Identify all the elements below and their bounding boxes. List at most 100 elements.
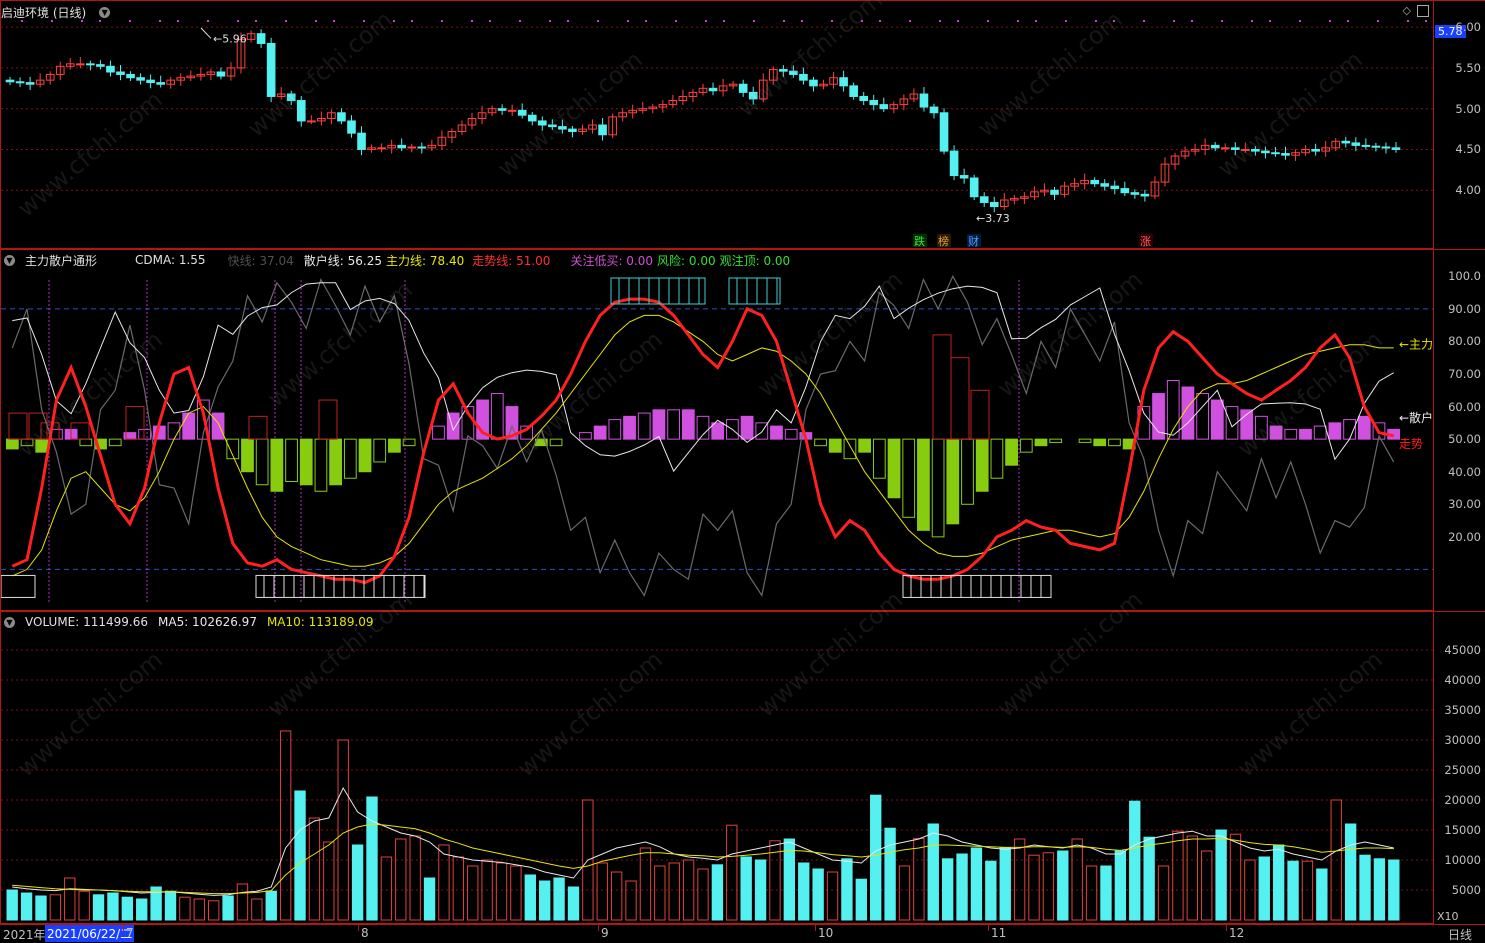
volume-bar-up <box>279 730 292 921</box>
event-dot <box>363 20 365 22</box>
volume-bar-down <box>1287 860 1299 921</box>
volume-bar-up <box>826 871 839 921</box>
month-label: 8 <box>361 926 369 940</box>
volume-bar-up <box>1013 838 1026 921</box>
indicator-pane[interactable]: ▼ 主力散户通形 CDMA: 1.55 快线: 37.04 散户线: 56.25… <box>0 249 1434 611</box>
event-dot <box>159 20 161 22</box>
high-pointer <box>200 27 212 39</box>
volume-bar-up <box>438 844 450 921</box>
year-label: 2021年 <box>3 928 46 942</box>
event-dot <box>1329 20 1331 22</box>
candle-down <box>548 124 557 128</box>
indicator-tick-label: 50.00 <box>1448 432 1481 447</box>
price-chart[interactable]: ←5.96 ←3.73 跌榜 财 涨 <box>1 1 1433 248</box>
volume-bar-up <box>1028 854 1040 921</box>
volume-bar-up <box>726 824 738 921</box>
volume-bar-down <box>927 823 939 921</box>
volume-bar-up <box>452 856 465 921</box>
event-dot <box>597 20 599 22</box>
volume-bar-down <box>1388 859 1400 921</box>
candle-up <box>507 109 517 112</box>
indicator-chart[interactable]: ←主力 ←散户走势 <box>1 250 1433 610</box>
event-dot <box>957 20 959 22</box>
volume-chart[interactable] <box>1 612 1433 923</box>
date-axis[interactable]: 2021年 2021/06/22/二 日线 7 8 9 10 11 12 <box>0 924 1485 943</box>
histogram-bar-positive <box>740 415 754 440</box>
fast-value: 快线: 37.04 <box>227 253 294 268</box>
indicator-tick-label: 70.00 <box>1448 367 1481 381</box>
histogram-bar-negative <box>329 438 343 486</box>
volume-bar-up <box>495 862 508 921</box>
candle-down <box>919 93 929 108</box>
histogram-bar-negative <box>35 438 49 453</box>
volume-bar-down <box>553 877 565 921</box>
event-dot <box>1299 20 1301 22</box>
indicator-tick-label: 90.00 <box>1448 301 1481 316</box>
ma5-line <box>12 786 1394 896</box>
panel-toggle-icon[interactable] <box>1417 5 1429 17</box>
histogram-bar-positive <box>667 409 680 440</box>
histogram-bar-positive <box>711 422 725 440</box>
volume-bar-up <box>610 871 623 921</box>
volume-pane[interactable]: ▼ VOLUME: 111499.66 MA5: 102626.97 MA10:… <box>0 611 1434 924</box>
event-dot <box>237 20 239 22</box>
volume-bar-up <box>1085 865 1098 921</box>
histogram-bar-negative <box>858 438 872 453</box>
candle-down <box>1210 144 1220 149</box>
candle-down <box>1391 147 1401 150</box>
volume-bar-up <box>1229 833 1242 921</box>
indicator-title[interactable]: 主力散户通形 <box>25 252 97 269</box>
candle-down <box>15 81 25 84</box>
candle-down <box>1251 148 1260 152</box>
volume-bar-up <box>1071 838 1083 921</box>
diamond-icon[interactable]: ◇ <box>1403 4 1411 17</box>
chevron-down-icon[interactable]: ▼ <box>4 254 15 266</box>
histogram-bar-negative <box>373 438 387 463</box>
candle-up <box>76 63 85 66</box>
volume-tick-label: 5000 <box>1451 883 1481 897</box>
volume-bar-down <box>136 898 148 921</box>
histogram-bar-negative <box>79 438 93 447</box>
event-dot <box>939 20 941 22</box>
volume-bar-down <box>754 859 767 921</box>
volume-bar-down <box>1316 868 1328 921</box>
ma10-value: MA10: 113189.09 <box>266 615 374 629</box>
bottom-signal-box <box>1 574 36 598</box>
event-dot <box>1407 20 1409 22</box>
histogram-bar-positive <box>211 412 225 440</box>
volume-bar-up <box>1301 860 1314 921</box>
volume-bar-down <box>999 847 1011 921</box>
histogram-bar-negative <box>1093 438 1107 447</box>
candle-down <box>959 175 969 179</box>
event-dot <box>177 20 179 22</box>
candle-down <box>1050 189 1059 195</box>
candle-up <box>307 120 316 123</box>
month-tick <box>598 925 599 931</box>
indicator-axis: 100.0 90.00 80.00 70.00 60.00 50.00 40.00 30.00… <box>1434 249 1485 612</box>
chevron-down-icon[interactable]: ▼ <box>4 616 15 628</box>
volume-bar-up <box>654 865 666 921</box>
indicator-header: ▼ 主力散户通形 CDMA: 1.55 快线: 37.04 散户线: 56.25… <box>1 252 790 268</box>
histogram-bar-positive <box>1269 425 1283 440</box>
period-label[interactable]: 日线 <box>1448 926 1472 943</box>
event-dot <box>393 20 395 22</box>
chevron-down-icon[interactable]: ▼ <box>99 6 111 18</box>
volume-title[interactable]: VOLUME: 111499.66 <box>25 615 148 629</box>
retail-value: 散户线: 56.25 <box>303 253 382 268</box>
event-dot <box>333 20 335 22</box>
histogram-bar-negative <box>299 438 313 486</box>
volume-bar-up <box>395 838 407 921</box>
stock-title[interactable]: 启迪环境 (日线) <box>1 4 86 21</box>
volume-bar-down <box>1057 850 1069 921</box>
volume-bar-up <box>898 865 911 921</box>
candle-down <box>598 124 607 136</box>
histogram-bar-positive <box>623 415 636 440</box>
event-dot <box>645 20 647 22</box>
event-dot <box>1035 20 1037 22</box>
price-pane-header: 启迪环境 (日线) ▼ <box>1 4 111 21</box>
price-pane[interactable]: 启迪环境 (日线) ▼ ←5.96 ←3.73 跌榜 财 涨 ◇ <box>0 0 1434 249</box>
volume-bar-down <box>351 844 364 921</box>
histogram-bar-negative <box>1019 438 1033 453</box>
event-dot <box>1095 20 1097 22</box>
histogram-bar-negative <box>270 438 284 492</box>
